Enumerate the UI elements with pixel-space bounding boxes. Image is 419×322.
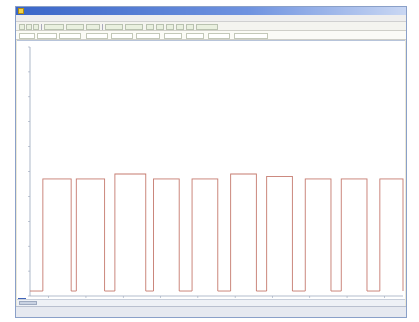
coupling-select[interactable] bbox=[59, 32, 81, 39]
waveform-pulse bbox=[230, 173, 257, 292]
toolbar-divider bbox=[102, 23, 103, 30]
title-bar bbox=[16, 7, 406, 15]
channel-a-button[interactable] bbox=[146, 23, 154, 30]
app-icon bbox=[18, 8, 24, 14]
status-bar bbox=[16, 306, 406, 317]
channel-b-button[interactable] bbox=[156, 23, 164, 30]
new-button[interactable] bbox=[19, 23, 25, 30]
waveform-pulse bbox=[42, 178, 72, 292]
channel-d-button[interactable] bbox=[176, 23, 184, 30]
waveform-chart bbox=[28, 46, 404, 298]
toolbar bbox=[16, 22, 406, 31]
channel-c-button[interactable] bbox=[166, 23, 174, 30]
scope-plot[interactable] bbox=[17, 40, 405, 299]
status-field bbox=[234, 32, 268, 39]
waveform-pulse bbox=[340, 178, 368, 292]
open-button[interactable] bbox=[26, 23, 32, 30]
application-window bbox=[15, 6, 407, 318]
channel-settings-bar bbox=[16, 31, 406, 40]
waveform-pulse bbox=[114, 173, 147, 292]
capture-button[interactable] bbox=[44, 23, 64, 30]
trigger-level-field[interactable] bbox=[164, 32, 182, 39]
waveform-pulse bbox=[153, 178, 180, 292]
trigger-mode-select[interactable] bbox=[136, 32, 160, 39]
save-button[interactable] bbox=[33, 23, 39, 30]
pre-trigger-field[interactable] bbox=[208, 32, 230, 39]
zoom-out-button[interactable] bbox=[125, 23, 143, 30]
range-select[interactable] bbox=[37, 32, 57, 39]
trigger-edge-select[interactable] bbox=[186, 32, 204, 39]
waveform-pulse bbox=[304, 178, 332, 292]
timebase-select[interactable] bbox=[86, 32, 108, 39]
scroll-thumb[interactable] bbox=[19, 301, 37, 305]
waveform-pulse bbox=[75, 178, 106, 292]
horizontal-scrollbar[interactable] bbox=[17, 299, 405, 306]
waveform-pulse bbox=[266, 176, 293, 292]
channel-select[interactable] bbox=[19, 32, 35, 39]
trigger-button[interactable] bbox=[86, 23, 100, 30]
math-button[interactable] bbox=[186, 23, 194, 30]
waveform-pulse bbox=[191, 178, 219, 292]
measure-button[interactable] bbox=[196, 23, 218, 30]
menu-bar bbox=[16, 15, 406, 22]
toolbar-divider bbox=[41, 23, 42, 30]
samples-select[interactable] bbox=[111, 32, 133, 39]
zoom-in-button[interactable] bbox=[105, 23, 123, 30]
waveform-pulse bbox=[379, 178, 404, 292]
stop-button[interactable] bbox=[66, 23, 84, 30]
